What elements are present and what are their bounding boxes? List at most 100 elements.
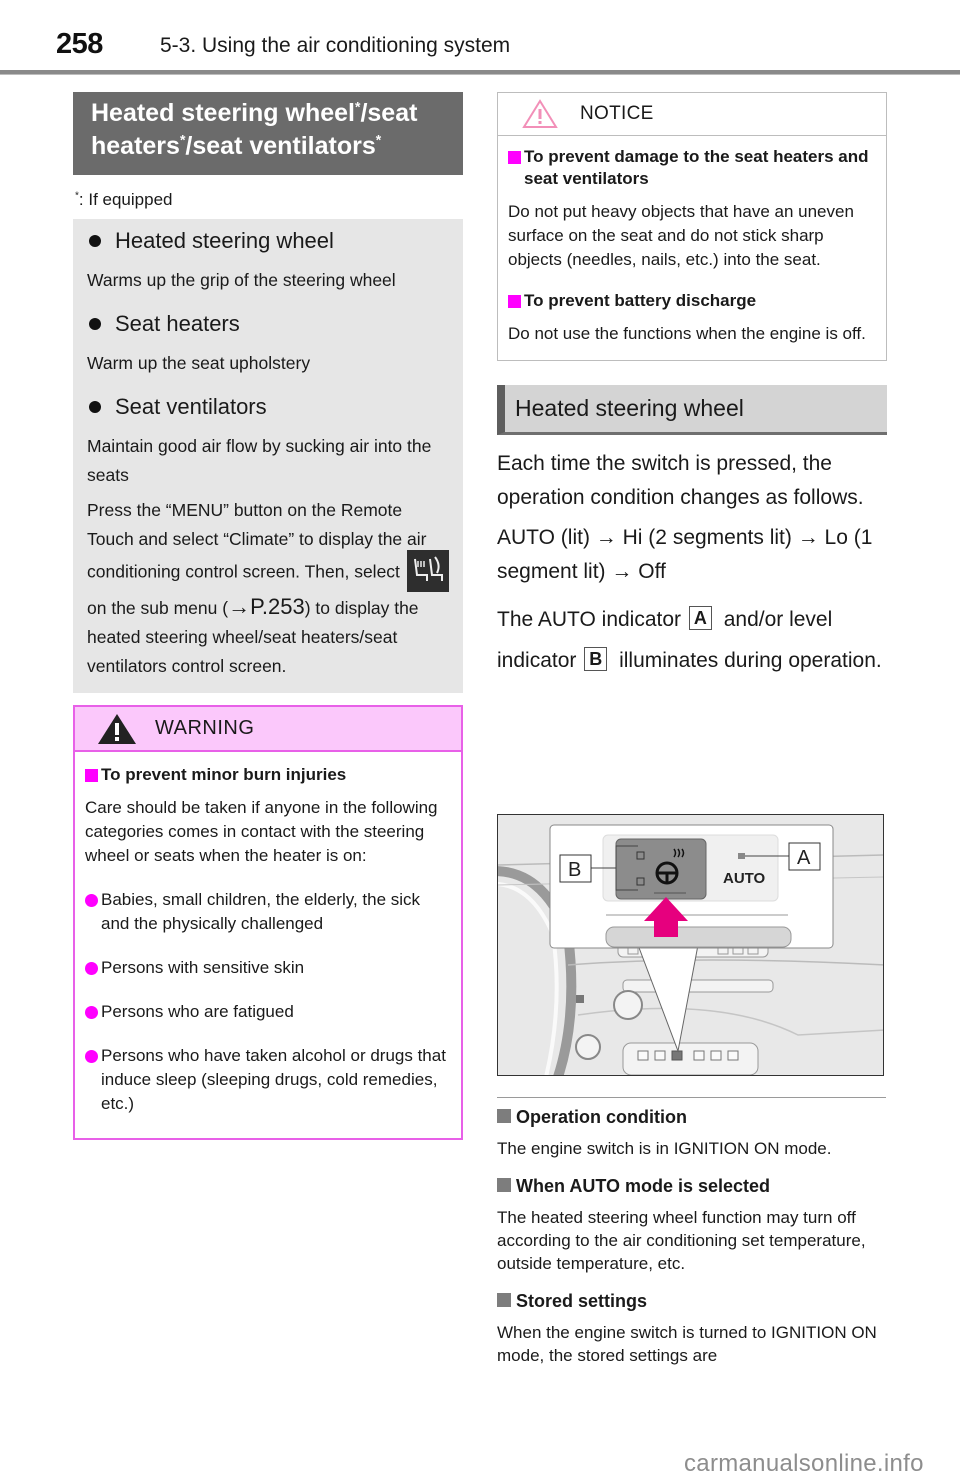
page-header: 258 5-3. Using the air conditioning syst…: [0, 0, 960, 76]
note-heading: Operation condition: [497, 1105, 889, 1129]
list-item-text: Persons with sensitive skin: [101, 958, 305, 977]
warning-box: WARNING To prevent minor burn injuries C…: [73, 705, 463, 1140]
subheading-text: To prevent battery discharge: [524, 291, 757, 310]
left-column: Heated steering wheel*/seat heaters*/sea…: [73, 92, 463, 1140]
bullet-icon: [85, 962, 98, 975]
warning-label: WARNING: [155, 717, 255, 739]
features-box: Heated steering wheel Warms up the grip …: [73, 219, 463, 693]
warning-text: Care should be taken if anyone in the fo…: [85, 798, 438, 865]
note-heading-text: Stored settings: [516, 1291, 648, 1311]
state-hi: Hi (2 segments lit): [622, 526, 792, 549]
feature-title: Seat ventilators: [87, 394, 453, 420]
list-item-text: Persons who are fatigued: [101, 1002, 294, 1021]
warning-list-item: Persons who are fatigued: [85, 1000, 451, 1024]
notes-section: Operation condition The engine switch is…: [497, 1105, 889, 1367]
page-number: 258: [56, 28, 103, 60]
seat-climate-icon: [406, 550, 449, 592]
square-bullet-icon: [508, 151, 521, 164]
subheading-text: To prevent damage to the seat heaters an…: [524, 147, 869, 188]
list-item-text: Babies, small children, the elderly, the…: [101, 890, 421, 933]
instructions-text: on the sub menu (: [87, 598, 229, 618]
label-b: B: [568, 859, 581, 881]
warning-list-item: Persons who have taken alcohol or drugs …: [85, 1044, 451, 1116]
note-heading-text: Operation condition: [516, 1107, 687, 1127]
notice-label: NOTICE: [580, 103, 654, 124]
header-rule: [0, 70, 960, 75]
square-bullet-icon: [497, 1178, 511, 1192]
right-column: NOTICE To prevent damage to the seat hea…: [497, 92, 887, 681]
warning-body: To prevent minor burn injuries Care shou…: [75, 752, 461, 1138]
warning-list-item: Persons with sensitive skin: [85, 956, 451, 980]
footnote-text: : If equipped: [78, 190, 173, 209]
note-text: The engine switch is in IGNITION ON mode…: [497, 1139, 832, 1158]
feature-title-text: Heated steering wheel: [115, 228, 334, 253]
warning-header: WARNING: [75, 707, 461, 752]
feature-title: Seat heaters: [87, 311, 453, 337]
arrow: →: [611, 560, 633, 583]
state-off: Off: [638, 560, 666, 583]
text: The AUTO indicator: [497, 608, 682, 631]
note-text: The heated steering wheel function may t…: [497, 1208, 866, 1273]
feature-title: Heated steering wheel: [87, 228, 453, 254]
instructions-text: Press the “MENU” button on the Remote To…: [87, 500, 427, 582]
feature-description: Maintain good air flow by sucking air in…: [87, 436, 432, 485]
indicator-paragraph: The AUTO indicator A and/or level indica…: [497, 599, 887, 681]
section-heading: Heated steering wheel: [497, 385, 887, 435]
note-heading: When AUTO mode is selected: [497, 1174, 889, 1198]
list-item-text: Persons who have taken alcohol or drugs …: [101, 1046, 446, 1113]
main-heading: Heated steering wheel*/seat heaters*/sea…: [73, 92, 463, 175]
instructions: Press the “MENU” button on the Remote To…: [87, 496, 453, 681]
bullet-icon: [85, 1050, 98, 1063]
feature-title-text: Seat heaters: [115, 311, 240, 336]
note-heading: Stored settings: [497, 1289, 889, 1313]
heading-part: heaters: [91, 132, 180, 160]
watermark: carmanualsonline.info: [684, 1450, 924, 1477]
notice-header: NOTICE: [498, 93, 886, 136]
arrow: →: [595, 526, 617, 549]
square-bullet-icon: [508, 295, 521, 308]
page-ref-text: P.253: [250, 594, 305, 619]
bullet-icon: [89, 318, 101, 330]
note-heading-text: When AUTO mode is selected: [516, 1176, 771, 1196]
dashboard-drawing: AUTO B A: [498, 815, 883, 1075]
warning-list-item: Babies, small children, the elderly, the…: [85, 888, 451, 936]
feature-title-text: Seat ventilators: [115, 394, 267, 419]
switch-illustration: AUTO B A: [497, 814, 884, 1076]
notice-text: Do not put heavy objects that have an un…: [508, 202, 854, 269]
notice-subheading: To prevent battery discharge: [508, 290, 876, 312]
state-auto: AUTO (lit): [497, 526, 590, 549]
square-bullet-icon: [497, 1293, 511, 1307]
caution-triangle-icon: [522, 99, 558, 128]
notice-box: NOTICE To prevent damage to the seat hea…: [497, 92, 887, 361]
page-reference[interactable]: →P.253: [228, 594, 305, 619]
square-bullet-icon: [497, 1109, 511, 1123]
heading-part: /seat: [360, 99, 418, 127]
notice-body: To prevent damage to the seat heaters an…: [498, 136, 886, 360]
arrow: →: [797, 526, 819, 549]
heading-part: /seat ventilators: [185, 132, 376, 160]
feature-description: Warms up the grip of the steering wheel: [87, 270, 396, 290]
feature-description: Warm up the seat upholstery: [87, 353, 311, 373]
note-text: When the engine switch is turned to IGNI…: [497, 1323, 877, 1365]
bullet-icon: [89, 401, 101, 413]
sequence-paragraph: AUTO (lit) → Hi (2 segments lit) → Lo (1…: [497, 521, 887, 589]
bullet-icon: [89, 235, 101, 247]
notice-subheading: To prevent damage to the seat heaters an…: [508, 146, 876, 190]
warning-triangle-icon: [98, 713, 136, 744]
auto-text: AUTO: [723, 870, 766, 887]
label-a: A: [797, 847, 811, 869]
marker-a: A: [688, 606, 712, 630]
divider: [497, 1097, 886, 1098]
heading-part: Heated steering wheel: [91, 99, 355, 127]
section-title: 5-3. Using the air conditioning system: [160, 34, 511, 57]
intro-paragraph: Each time the switch is pressed, the ope…: [497, 452, 864, 509]
warning-subheading: To prevent minor burn injuries: [85, 764, 451, 786]
footnote: *: If equipped: [75, 190, 463, 210]
bullet-icon: [85, 1006, 98, 1019]
asterisk: *: [375, 131, 382, 148]
marker-b: B: [584, 647, 608, 671]
text: illuminates during operation.: [613, 649, 882, 672]
subheading-text: To prevent minor burn injuries: [101, 765, 347, 784]
square-bullet-icon: [85, 769, 98, 782]
arrow: →: [228, 594, 251, 619]
